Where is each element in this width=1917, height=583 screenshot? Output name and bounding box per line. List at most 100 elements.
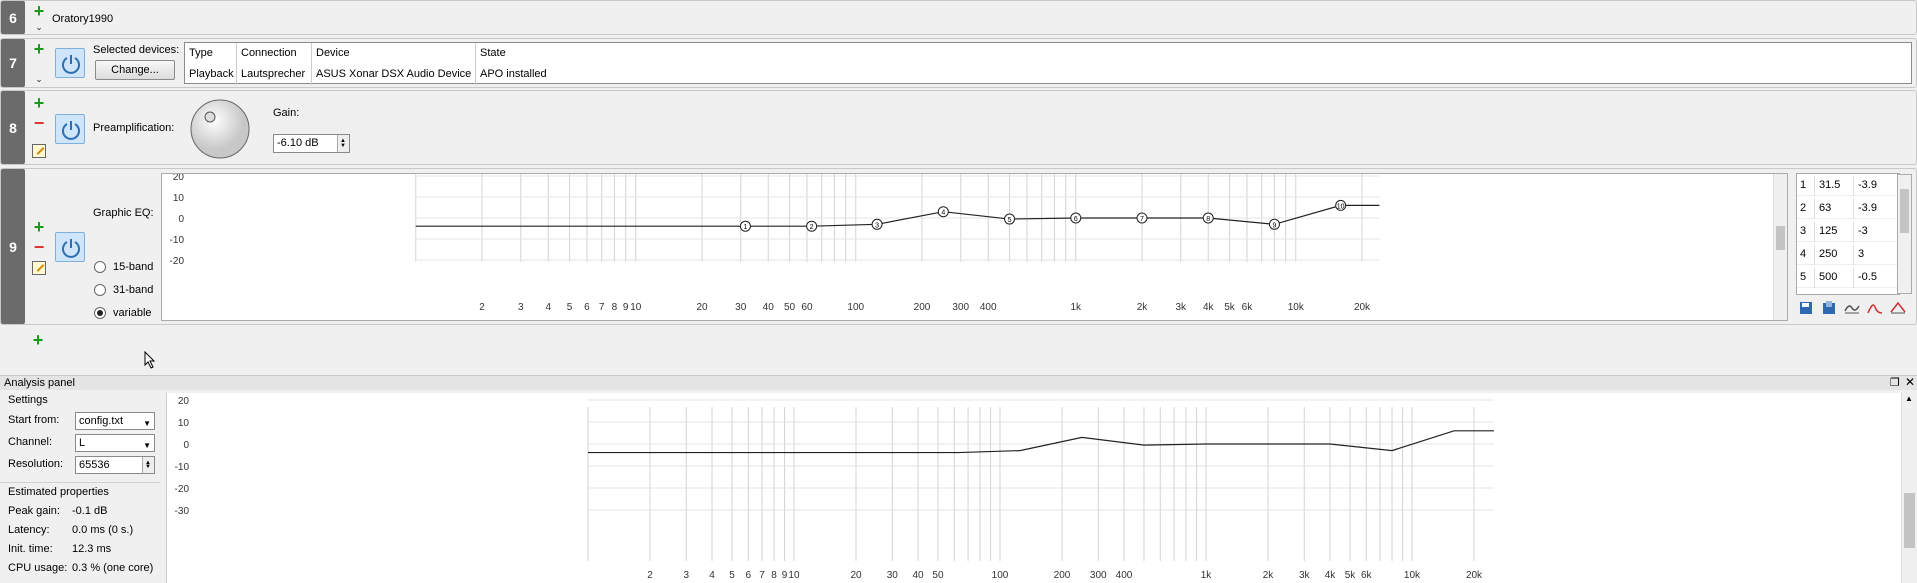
import-icon[interactable] [1821, 300, 1837, 316]
x-tick-label: 2 [647, 570, 653, 581]
col-divider [1814, 176, 1815, 196]
band-frequency[interactable]: 31.5 [1819, 179, 1840, 191]
collapse-chevron-icon[interactable]: ⌄ [33, 23, 45, 33]
dropdown-arrow-icon: ▼ [143, 441, 151, 450]
curve-reset-icon[interactable] [1867, 300, 1883, 316]
save-icon[interactable] [1798, 300, 1814, 316]
cell-device[interactable]: ASUS Xonar DSX Audio Device [316, 68, 471, 80]
band-frequency[interactable]: 250 [1819, 248, 1837, 260]
add-filter-icon[interactable]: + [32, 94, 46, 112]
eq-graph[interactable]: 20100-10-202 3 4 5 6 7 8 9 10 20 30 40 50 60 100 200 300… [162, 174, 1789, 322]
latency-value: 0.0 ms (0 s.) [72, 524, 134, 536]
start-from-value: config.txt [79, 415, 124, 427]
peak-gain-label: Peak gain: [8, 505, 60, 517]
x-tick-label: 3k [1299, 570, 1311, 581]
remove-filter-icon[interactable]: − [32, 114, 46, 132]
analysis-scrollbar[interactable]: ▲ [1901, 393, 1917, 583]
channel-select[interactable]: L ▼ [75, 434, 155, 452]
eq-node-label: 10 [1337, 203, 1345, 210]
x-tick-label: 10k [1404, 570, 1421, 581]
row-title[interactable]: Oratory1990 [52, 13, 113, 25]
x-tick-label: 200 [1054, 570, 1071, 581]
y-tick-label: 20 [178, 396, 190, 407]
band-row[interactable]: 1 31.5 -3.9 [1797, 176, 1899, 196]
scroll-thumb[interactable] [1904, 493, 1915, 548]
x-tick-label: 3 [683, 570, 689, 581]
band-row[interactable]: 5 500 -0.5 [1797, 268, 1899, 288]
eq-node-label: 7 [1140, 216, 1144, 223]
band-table-scrollbar[interactable] [1897, 174, 1912, 294]
band-index[interactable]: 4 [1800, 248, 1806, 260]
scroll-thumb[interactable] [1776, 226, 1785, 250]
curve-normalize-icon[interactable] [1890, 300, 1906, 316]
band-frequency[interactable]: 63 [1819, 202, 1831, 214]
collapse-chevron-icon[interactable]: ⌄ [33, 75, 45, 85]
edit-icon[interactable] [32, 144, 46, 158]
band-row[interactable]: 4 250 3 [1797, 245, 1899, 265]
filter-row-7: 7 + ⌄ Selected devices: Change... Type C… [0, 38, 1917, 88]
add-filter-icon[interactable]: + [32, 40, 46, 58]
row-number: 6 [1, 1, 25, 34]
band-gain[interactable]: -3.9 [1858, 202, 1877, 214]
filter-row-8: 8 + − Preamplification: Gain: -6.10 dB [0, 90, 1917, 165]
power-toggle-button[interactable] [55, 114, 85, 144]
cell-state[interactable]: APO installed [480, 68, 547, 80]
undock-icon[interactable]: ❐ [1890, 376, 1900, 389]
band-index[interactable]: 2 [1800, 202, 1806, 214]
power-toggle-button[interactable] [55, 232, 85, 262]
band-gain[interactable]: -3.9 [1858, 179, 1877, 191]
spin-arrows-icon[interactable] [142, 455, 154, 475]
eq-graph-frame: 20 10 0 -10 -20 2 3 4 5 6 7 8 9 10 20 30 40 50 60 100 200 300… [161, 173, 1788, 321]
band-gain[interactable]: 3 [1858, 248, 1864, 260]
resolution-label: Resolution: [8, 458, 64, 470]
header-connection[interactable]: Connection [241, 47, 297, 59]
radio-15-band-label[interactable]: 15-band [113, 261, 153, 273]
start-from-select[interactable]: config.txt ▼ [75, 412, 155, 430]
curve-invert-icon[interactable] [1844, 300, 1860, 316]
eq-node-label: 2 [810, 224, 814, 231]
graphic-eq-label: Graphic EQ: [93, 207, 154, 219]
scroll-up-icon[interactable]: ▲ [1905, 394, 1913, 403]
band-frequency[interactable]: 500 [1819, 271, 1837, 283]
x-tick-label: 40 [912, 570, 924, 581]
cell-type[interactable]: Playback [189, 68, 234, 80]
radio-15-band[interactable] [94, 261, 106, 273]
band-gain[interactable]: -3 [1858, 225, 1868, 237]
scroll-thumb[interactable] [1900, 189, 1909, 233]
spin-arrows-icon[interactable] [337, 133, 349, 154]
change-devices-button[interactable]: Change... [95, 60, 175, 80]
channel-label: Channel: [8, 436, 53, 448]
resolution-spinbox[interactable]: 65536 [75, 455, 155, 475]
cpu-usage-label: CPU usage: [8, 562, 68, 574]
radio-31-band[interactable] [94, 284, 106, 296]
radio-variable[interactable] [94, 307, 106, 319]
edit-icon[interactable] [32, 261, 46, 275]
radio-variable-label[interactable]: variable [113, 307, 152, 319]
band-index[interactable]: 5 [1800, 271, 1806, 283]
x-tick-label: 5 [567, 302, 573, 313]
header-type[interactable]: Type [189, 47, 213, 59]
add-filter-icon[interactable]: + [32, 2, 46, 20]
band-index[interactable]: 1 [1800, 179, 1806, 191]
band-row[interactable]: 2 63 -3.9 [1797, 199, 1899, 219]
band-frequency[interactable]: 125 [1819, 225, 1837, 237]
remove-filter-icon[interactable]: − [32, 238, 46, 256]
eq-graph-scrollbar[interactable] [1773, 174, 1787, 320]
radio-31-band-label[interactable]: 31-band [113, 284, 153, 296]
analysis-graph[interactable]: 3020100-10-20-30234567891020304050100200… [167, 393, 1917, 583]
power-toggle-button[interactable] [55, 48, 85, 78]
y-tick-label: 20 [173, 174, 185, 183]
header-device[interactable]: Device [316, 47, 350, 59]
add-filter-icon[interactable]: + [31, 331, 45, 349]
add-filter-icon[interactable]: + [32, 218, 46, 236]
preamp-knob[interactable] [188, 97, 252, 161]
band-row[interactable]: 3 125 -3 [1797, 222, 1899, 242]
band-index[interactable]: 3 [1800, 225, 1806, 237]
gain-spinbox[interactable]: -6.10 dB [273, 133, 350, 154]
cell-connection[interactable]: Lautsprecher [241, 68, 305, 80]
header-state[interactable]: State [480, 47, 506, 59]
x-tick-label: 1k [1070, 302, 1082, 313]
col-divider [1853, 268, 1854, 288]
close-icon[interactable]: ✕ [1905, 375, 1915, 389]
band-gain[interactable]: -0.5 [1858, 271, 1877, 283]
